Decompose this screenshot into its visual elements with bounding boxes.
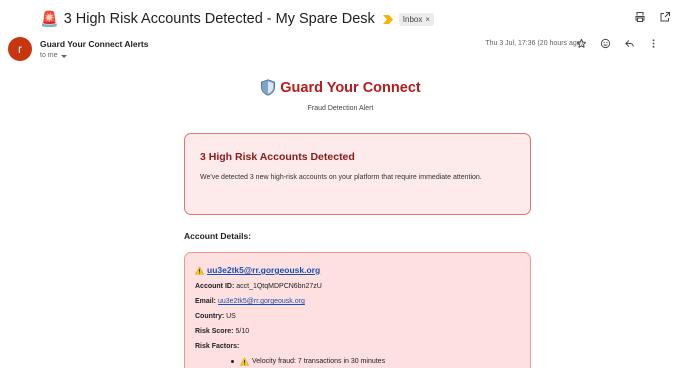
account-id-value: acct_1QtqMDPCN6bn27zU [236,283,322,290]
brand-title: Guard Your Connect [280,79,421,96]
risk-factors-field: Risk Factors: [195,342,520,351]
sender-name[interactable]: Guard Your Connect Alerts [40,39,148,49]
email-subject: 3 High Risk Accounts Detected - My Spare… [63,11,375,27]
country-field: Country: US [195,312,520,321]
risk-score-value: 5/10 [235,328,250,335]
risk-factors-label: Risk Factors: [195,343,240,350]
account-card: uu3e2tk5@rr.gorgeousk.org Account ID: ac… [184,252,531,368]
brand-header: Guard Your Connect [0,79,681,96]
warning-icon [195,265,204,275]
warning-icon [240,357,249,366]
recipient-details-toggle[interactable]: to me [40,52,67,59]
print-icon[interactable] [634,11,646,23]
account-id-field: Account ID: acct_1QtqMDPCN6bn27zU [195,282,520,291]
account-card-header: uu3e2tk5@rr.gorgeousk.org [195,265,520,275]
importance-marker-icon[interactable] [382,14,393,24]
siren-icon: 🚨 [40,10,59,28]
emoji-reaction-icon[interactable] [600,38,611,49]
account-details-heading: Account Details: [184,231,252,241]
thread-actions [634,11,671,23]
account-email-link[interactable]: uu3e2tk5@rr.gorgeousk.org [207,265,320,275]
risk-factor-item: Velocity fraud: 7 transactions in 30 min… [231,357,520,366]
country-value: US [226,313,236,320]
bullet-icon [231,360,234,363]
reply-icon[interactable] [624,38,635,49]
shield-icon [260,79,276,96]
chevron-down-icon [60,54,67,58]
subject-row: 🚨 3 High Risk Accounts Detected - My Spa… [40,8,435,30]
brand-subtitle: Fraud Detection Alert [307,105,374,112]
more-options-icon[interactable] [648,38,659,49]
risk-score-field: Risk Score: 5/10 [195,327,520,336]
recipient-text: to me [40,52,58,59]
alert-summary-box: 3 High Risk Accounts Detected We've dete… [184,133,531,215]
alert-text: We've detected 3 new high-risk accounts … [200,174,482,181]
email-value-link[interactable]: uu3e2tk5@rr.gorgeousk.org [218,298,305,305]
inbox-label-chip[interactable]: Inbox × [398,12,435,26]
country-label: Country: [195,313,225,320]
message-actions [576,38,659,49]
alert-title: 3 High Risk Accounts Detected [200,151,355,163]
inbox-label-text: Inbox [402,14,423,24]
email-label: Email: [195,298,217,305]
account-id-label: Account ID: [195,283,235,290]
sender-avatar[interactable]: r [8,37,32,61]
email-date: Thu 3 Jul, 17:36 (20 hours ago) [485,40,583,47]
risk-factor-text: Velocity fraud: 7 transactions in 30 min… [252,358,386,365]
email-field: Email: uu3e2tk5@rr.gorgeousk.org [195,297,520,306]
risk-score-label: Risk Score: [195,328,234,335]
star-icon[interactable] [576,38,587,49]
open-in-new-window-icon[interactable] [659,11,671,23]
remove-label-icon[interactable]: × [425,15,430,24]
